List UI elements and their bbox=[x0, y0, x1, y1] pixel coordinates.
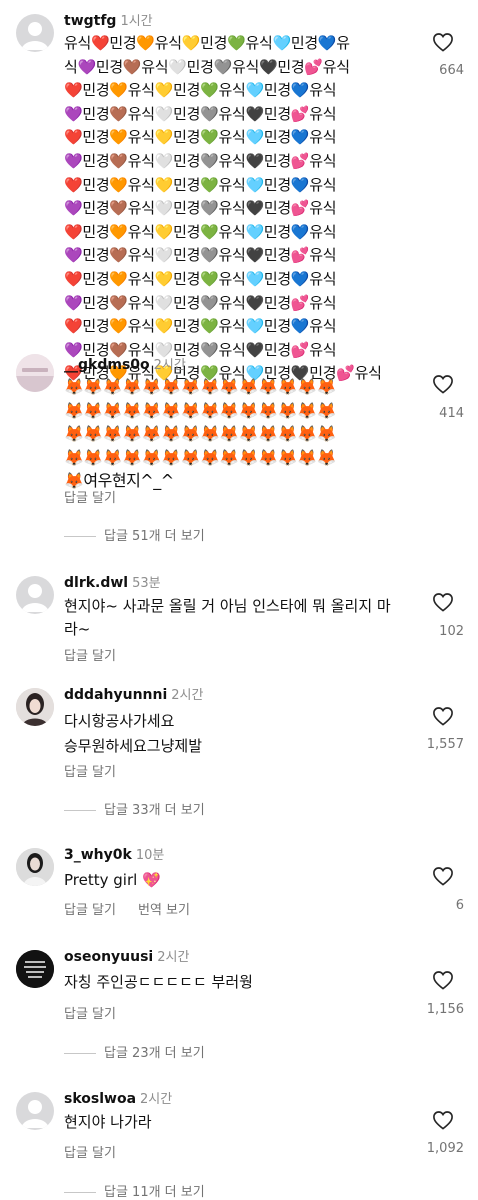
like-heart-icon[interactable] bbox=[432, 32, 454, 52]
like-heart-icon[interactable] bbox=[432, 970, 454, 990]
reply-button[interactable]: 답글 달기 bbox=[64, 765, 116, 780]
like-heart-icon[interactable] bbox=[432, 866, 454, 886]
like-heart-icon[interactable] bbox=[432, 1110, 454, 1130]
like-heart-icon[interactable] bbox=[432, 592, 454, 612]
reply-button[interactable]: 답글 달기 bbox=[64, 1007, 116, 1022]
like-count: 414 bbox=[439, 406, 464, 421]
like-count: 1,156 bbox=[426, 1002, 464, 1017]
comment-time: 1시간 bbox=[120, 14, 153, 29]
comment-text: 자칭 주인공ㄷㄷㄷㄷㄷ 부러웡 bbox=[64, 973, 253, 991]
like-heart-icon[interactable] bbox=[432, 374, 454, 394]
comment-actions: 답글 달기 bbox=[64, 487, 138, 506]
reply-button[interactable]: 답글 달기 bbox=[64, 1146, 116, 1161]
comment-item: oseonyuusi 2시간 자칭 주인공ㄷㄷㄷㄷㄷ 부러웡 답글 달기 1,15… bbox=[0, 942, 478, 1072]
default-avatar[interactable] bbox=[16, 14, 54, 52]
comment-text: 다시항공사가세요 승무원하세요그냥제발 bbox=[64, 712, 203, 755]
comment-username[interactable]: oseonyuusi 2시간 bbox=[64, 948, 189, 967]
reply-divider bbox=[64, 810, 96, 811]
comment-username[interactable]: dddahyunnni 2시간 bbox=[64, 686, 203, 705]
view-more-replies[interactable]: 답글 51개 더 보기 bbox=[64, 525, 205, 544]
comment-time: 53분 bbox=[132, 576, 161, 591]
translate-button[interactable]: 번역 보기 bbox=[138, 903, 190, 918]
like-count: 664 bbox=[439, 63, 464, 78]
comment-actions: 답글 달기 bbox=[64, 645, 138, 664]
comment-time: 2시간 bbox=[157, 950, 190, 965]
view-more-replies[interactable]: 답글 11개 더 보기 bbox=[64, 1181, 205, 1200]
user-avatar[interactable] bbox=[16, 950, 54, 988]
comment-actions: 답글 달기 bbox=[64, 761, 138, 780]
user-avatar[interactable] bbox=[16, 848, 54, 886]
comment-item: __gkdms0o 2시간 🦊🦊🦊🦊🦊🦊🦊🦊🦊🦊🦊🦊🦊🦊 🦊🦊🦊🦊🦊🦊🦊🦊🦊🦊🦊🦊… bbox=[0, 350, 478, 550]
comment-text: Pretty girl 💖 bbox=[64, 871, 161, 889]
comment-time: 2시간 bbox=[171, 688, 204, 703]
comment-time: 2시간 bbox=[153, 358, 186, 373]
like-count: 6 bbox=[455, 898, 464, 913]
user-avatar[interactable] bbox=[16, 354, 54, 392]
view-more-replies[interactable]: 답글 23개 더 보기 bbox=[64, 1042, 205, 1061]
comment-text: 현지야 나가라 bbox=[64, 1113, 152, 1131]
view-more-replies[interactable]: 답글 33개 더 보기 bbox=[64, 799, 205, 818]
reply-divider bbox=[64, 1192, 96, 1193]
like-count: 1,092 bbox=[426, 1141, 464, 1156]
comment-item: dddahyunnni 2시간 다시항공사가세요 승무원하세요그냥제발 답글 달기… bbox=[0, 680, 478, 820]
comment-actions: 답글 달기 bbox=[64, 1142, 138, 1161]
comment-username[interactable]: dlrk.dwl 53분 bbox=[64, 574, 161, 593]
like-heart-icon[interactable] bbox=[432, 706, 454, 726]
comment-actions: 답글 달기 번역 보기 bbox=[64, 899, 212, 918]
comment-item: 3_why0k 10분 Pretty girl 💖 답글 달기 번역 보기 6 bbox=[0, 840, 478, 930]
comment-time: 2시간 bbox=[140, 1092, 173, 1107]
reply-divider bbox=[64, 1053, 96, 1054]
comment-username[interactable]: __gkdms0o 2시간 bbox=[64, 356, 186, 375]
comment-item: dlrk.dwl 53분 현지야~ 사과문 올릴 거 아님 인스타에 뭐 올리지 … bbox=[0, 568, 478, 668]
comment-username[interactable]: twgtfg 1시간 bbox=[64, 12, 153, 31]
comment-username[interactable]: 3_why0k 10분 bbox=[64, 846, 164, 865]
reply-button[interactable]: 답글 달기 bbox=[64, 903, 116, 918]
comment-actions: 답글 달기 bbox=[64, 1003, 138, 1022]
like-count: 102 bbox=[439, 624, 464, 639]
reply-divider bbox=[64, 536, 96, 537]
comment-time: 10분 bbox=[135, 848, 165, 863]
comment-text: 🦊🦊🦊🦊🦊🦊🦊🦊🦊🦊🦊🦊🦊🦊 🦊🦊🦊🦊🦊🦊🦊🦊🦊🦊🦊🦊🦊🦊 🦊🦊🦊🦊🦊🦊🦊🦊🦊🦊… bbox=[64, 377, 336, 490]
comment-item: skoslwoa 2시간 현지야 나가라 답글 달기 1,092 답글 11개 더… bbox=[0, 1084, 478, 1200]
comment-text: 유식❤️민경🧡유식💛민경💚유식🩵민경💙유 식💜민경🤎유식🤍민경🩶유식🖤민경💕유식… bbox=[64, 34, 382, 383]
default-avatar[interactable] bbox=[16, 1092, 54, 1130]
comment-item: twgtfg 1시간 유식❤️민경🧡유식💛민경💚유식🩵민경💙유 식💜민경🤎유식🤍민… bbox=[0, 0, 478, 382]
comment-text: 현지야~ 사과문 올릴 거 아님 인스타에 뭐 올리지 마 라~ bbox=[64, 597, 391, 638]
user-avatar[interactable] bbox=[16, 688, 54, 726]
comment-username[interactable]: skoslwoa 2시간 bbox=[64, 1090, 172, 1109]
reply-button[interactable]: 답글 달기 bbox=[64, 491, 116, 506]
reply-button[interactable]: 답글 달기 bbox=[64, 649, 116, 664]
like-count: 1,557 bbox=[426, 737, 464, 752]
default-avatar[interactable] bbox=[16, 576, 54, 614]
